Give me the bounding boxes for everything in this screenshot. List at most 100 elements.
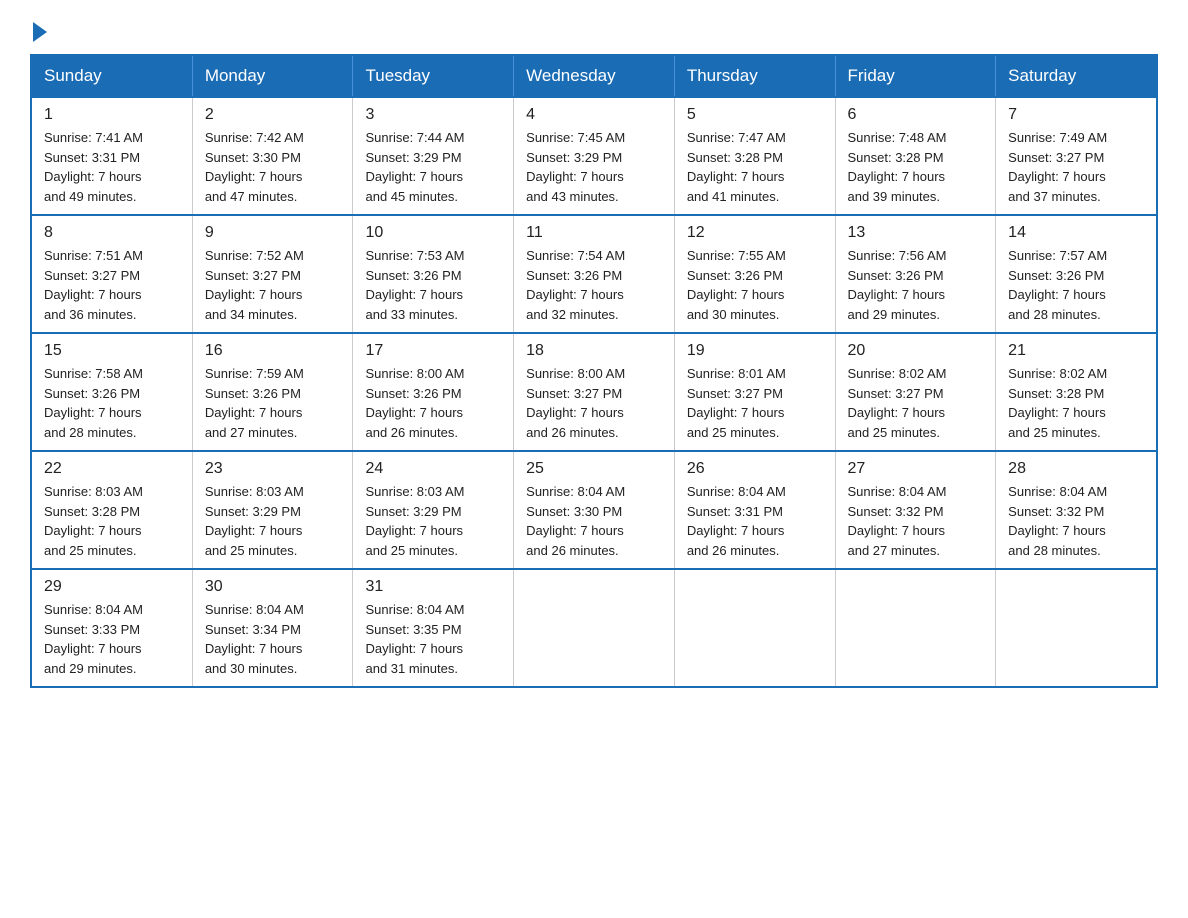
day-number: 27 bbox=[848, 460, 984, 478]
calendar-week-row: 15 Sunrise: 7:58 AM Sunset: 3:26 PM Dayl… bbox=[31, 333, 1157, 451]
day-info: Sunrise: 8:00 AM Sunset: 3:26 PM Dayligh… bbox=[365, 364, 501, 442]
calendar-week-row: 8 Sunrise: 7:51 AM Sunset: 3:27 PM Dayli… bbox=[31, 215, 1157, 333]
day-info: Sunrise: 7:47 AM Sunset: 3:28 PM Dayligh… bbox=[687, 128, 823, 206]
calendar-week-row: 22 Sunrise: 8:03 AM Sunset: 3:28 PM Dayl… bbox=[31, 451, 1157, 569]
header-saturday: Saturday bbox=[996, 55, 1157, 97]
day-info: Sunrise: 7:55 AM Sunset: 3:26 PM Dayligh… bbox=[687, 246, 823, 324]
calendar-cell: 14 Sunrise: 7:57 AM Sunset: 3:26 PM Dayl… bbox=[996, 215, 1157, 333]
header-friday: Friday bbox=[835, 55, 996, 97]
day-info: Sunrise: 8:04 AM Sunset: 3:32 PM Dayligh… bbox=[1008, 482, 1144, 560]
calendar-cell: 29 Sunrise: 8:04 AM Sunset: 3:33 PM Dayl… bbox=[31, 569, 192, 687]
day-info: Sunrise: 8:04 AM Sunset: 3:31 PM Dayligh… bbox=[687, 482, 823, 560]
day-info: Sunrise: 7:54 AM Sunset: 3:26 PM Dayligh… bbox=[526, 246, 662, 324]
day-info: Sunrise: 8:04 AM Sunset: 3:35 PM Dayligh… bbox=[365, 600, 501, 678]
calendar-cell: 13 Sunrise: 7:56 AM Sunset: 3:26 PM Dayl… bbox=[835, 215, 996, 333]
day-number: 16 bbox=[205, 342, 341, 360]
day-info: Sunrise: 7:53 AM Sunset: 3:26 PM Dayligh… bbox=[365, 246, 501, 324]
day-number: 28 bbox=[1008, 460, 1144, 478]
day-number: 31 bbox=[365, 578, 501, 596]
day-number: 4 bbox=[526, 106, 662, 124]
day-info: Sunrise: 7:45 AM Sunset: 3:29 PM Dayligh… bbox=[526, 128, 662, 206]
day-number: 10 bbox=[365, 224, 501, 242]
day-info: Sunrise: 8:03 AM Sunset: 3:29 PM Dayligh… bbox=[205, 482, 341, 560]
calendar-cell: 23 Sunrise: 8:03 AM Sunset: 3:29 PM Dayl… bbox=[192, 451, 353, 569]
day-info: Sunrise: 8:02 AM Sunset: 3:27 PM Dayligh… bbox=[848, 364, 984, 442]
day-info: Sunrise: 8:04 AM Sunset: 3:34 PM Dayligh… bbox=[205, 600, 341, 678]
calendar-cell bbox=[996, 569, 1157, 687]
day-info: Sunrise: 8:01 AM Sunset: 3:27 PM Dayligh… bbox=[687, 364, 823, 442]
calendar-week-row: 29 Sunrise: 8:04 AM Sunset: 3:33 PM Dayl… bbox=[31, 569, 1157, 687]
day-info: Sunrise: 7:58 AM Sunset: 3:26 PM Dayligh… bbox=[44, 364, 180, 442]
calendar-cell: 28 Sunrise: 8:04 AM Sunset: 3:32 PM Dayl… bbox=[996, 451, 1157, 569]
day-number: 7 bbox=[1008, 106, 1144, 124]
day-number: 3 bbox=[365, 106, 501, 124]
calendar-cell: 5 Sunrise: 7:47 AM Sunset: 3:28 PM Dayli… bbox=[674, 97, 835, 215]
day-info: Sunrise: 7:42 AM Sunset: 3:30 PM Dayligh… bbox=[205, 128, 341, 206]
calendar-cell: 12 Sunrise: 7:55 AM Sunset: 3:26 PM Dayl… bbox=[674, 215, 835, 333]
day-number: 6 bbox=[848, 106, 984, 124]
header-wednesday: Wednesday bbox=[514, 55, 675, 97]
header-tuesday: Tuesday bbox=[353, 55, 514, 97]
calendar-cell: 30 Sunrise: 8:04 AM Sunset: 3:34 PM Dayl… bbox=[192, 569, 353, 687]
calendar-cell: 2 Sunrise: 7:42 AM Sunset: 3:30 PM Dayli… bbox=[192, 97, 353, 215]
calendar-week-row: 1 Sunrise: 7:41 AM Sunset: 3:31 PM Dayli… bbox=[31, 97, 1157, 215]
day-number: 29 bbox=[44, 578, 180, 596]
day-info: Sunrise: 7:57 AM Sunset: 3:26 PM Dayligh… bbox=[1008, 246, 1144, 324]
calendar-cell bbox=[514, 569, 675, 687]
day-number: 30 bbox=[205, 578, 341, 596]
calendar-cell: 4 Sunrise: 7:45 AM Sunset: 3:29 PM Dayli… bbox=[514, 97, 675, 215]
calendar-cell: 24 Sunrise: 8:03 AM Sunset: 3:29 PM Dayl… bbox=[353, 451, 514, 569]
calendar-cell: 9 Sunrise: 7:52 AM Sunset: 3:27 PM Dayli… bbox=[192, 215, 353, 333]
calendar-cell: 10 Sunrise: 7:53 AM Sunset: 3:26 PM Dayl… bbox=[353, 215, 514, 333]
day-info: Sunrise: 7:59 AM Sunset: 3:26 PM Dayligh… bbox=[205, 364, 341, 442]
day-info: Sunrise: 8:03 AM Sunset: 3:28 PM Dayligh… bbox=[44, 482, 180, 560]
day-number: 8 bbox=[44, 224, 180, 242]
day-number: 13 bbox=[848, 224, 984, 242]
day-number: 15 bbox=[44, 342, 180, 360]
day-number: 18 bbox=[526, 342, 662, 360]
day-number: 19 bbox=[687, 342, 823, 360]
calendar-cell: 6 Sunrise: 7:48 AM Sunset: 3:28 PM Dayli… bbox=[835, 97, 996, 215]
day-number: 24 bbox=[365, 460, 501, 478]
day-number: 23 bbox=[205, 460, 341, 478]
calendar-table: SundayMondayTuesdayWednesdayThursdayFrid… bbox=[30, 54, 1158, 688]
calendar-cell: 17 Sunrise: 8:00 AM Sunset: 3:26 PM Dayl… bbox=[353, 333, 514, 451]
calendar-cell: 3 Sunrise: 7:44 AM Sunset: 3:29 PM Dayli… bbox=[353, 97, 514, 215]
calendar-cell: 31 Sunrise: 8:04 AM Sunset: 3:35 PM Dayl… bbox=[353, 569, 514, 687]
calendar-header-row: SundayMondayTuesdayWednesdayThursdayFrid… bbox=[31, 55, 1157, 97]
calendar-cell: 21 Sunrise: 8:02 AM Sunset: 3:28 PM Dayl… bbox=[996, 333, 1157, 451]
calendar-cell: 15 Sunrise: 7:58 AM Sunset: 3:26 PM Dayl… bbox=[31, 333, 192, 451]
day-number: 9 bbox=[205, 224, 341, 242]
day-info: Sunrise: 7:48 AM Sunset: 3:28 PM Dayligh… bbox=[848, 128, 984, 206]
calendar-cell: 8 Sunrise: 7:51 AM Sunset: 3:27 PM Dayli… bbox=[31, 215, 192, 333]
day-number: 1 bbox=[44, 106, 180, 124]
day-info: Sunrise: 8:04 AM Sunset: 3:30 PM Dayligh… bbox=[526, 482, 662, 560]
day-info: Sunrise: 8:02 AM Sunset: 3:28 PM Dayligh… bbox=[1008, 364, 1144, 442]
day-info: Sunrise: 7:44 AM Sunset: 3:29 PM Dayligh… bbox=[365, 128, 501, 206]
calendar-cell: 11 Sunrise: 7:54 AM Sunset: 3:26 PM Dayl… bbox=[514, 215, 675, 333]
day-info: Sunrise: 8:04 AM Sunset: 3:33 PM Dayligh… bbox=[44, 600, 180, 678]
day-number: 5 bbox=[687, 106, 823, 124]
day-number: 2 bbox=[205, 106, 341, 124]
day-number: 12 bbox=[687, 224, 823, 242]
day-number: 26 bbox=[687, 460, 823, 478]
header-sunday: Sunday bbox=[31, 55, 192, 97]
day-info: Sunrise: 7:41 AM Sunset: 3:31 PM Dayligh… bbox=[44, 128, 180, 206]
calendar-cell: 20 Sunrise: 8:02 AM Sunset: 3:27 PM Dayl… bbox=[835, 333, 996, 451]
page-header bbox=[30, 20, 1158, 38]
day-number: 20 bbox=[848, 342, 984, 360]
logo bbox=[30, 20, 47, 38]
day-info: Sunrise: 8:04 AM Sunset: 3:32 PM Dayligh… bbox=[848, 482, 984, 560]
calendar-cell: 22 Sunrise: 8:03 AM Sunset: 3:28 PM Dayl… bbox=[31, 451, 192, 569]
calendar-cell bbox=[674, 569, 835, 687]
day-info: Sunrise: 7:52 AM Sunset: 3:27 PM Dayligh… bbox=[205, 246, 341, 324]
calendar-cell: 18 Sunrise: 8:00 AM Sunset: 3:27 PM Dayl… bbox=[514, 333, 675, 451]
day-number: 22 bbox=[44, 460, 180, 478]
day-info: Sunrise: 8:03 AM Sunset: 3:29 PM Dayligh… bbox=[365, 482, 501, 560]
calendar-cell: 7 Sunrise: 7:49 AM Sunset: 3:27 PM Dayli… bbox=[996, 97, 1157, 215]
day-number: 17 bbox=[365, 342, 501, 360]
header-monday: Monday bbox=[192, 55, 353, 97]
calendar-cell: 26 Sunrise: 8:04 AM Sunset: 3:31 PM Dayl… bbox=[674, 451, 835, 569]
day-number: 14 bbox=[1008, 224, 1144, 242]
logo-arrow-icon bbox=[33, 22, 47, 42]
